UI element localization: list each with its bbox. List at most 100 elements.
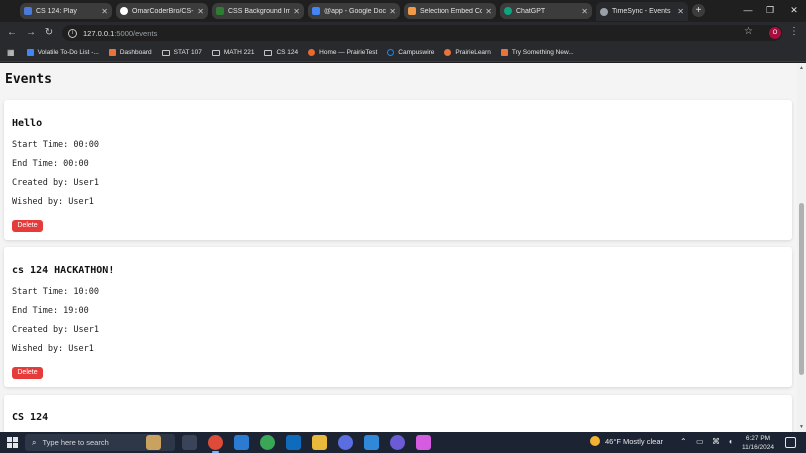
clock-date: 11/16/2024 (741, 444, 775, 451)
event-card: Hello Start Time: 00:00 End Time: 00:00 … (4, 100, 792, 240)
close-icon[interactable]: ✕ (389, 7, 396, 16)
apps-grid-icon[interactable]: ▦ (7, 48, 15, 57)
bookmark-volatile-todo[interactable]: Volatile To-Do List -... (26, 49, 99, 56)
app-icon[interactable] (338, 435, 353, 450)
page-title: Events (5, 72, 52, 87)
windows-taskbar: ⌕ Type here to search 46°F Mostly clear … (0, 432, 806, 453)
minimize-icon[interactable]: — (740, 3, 756, 17)
page-viewport: Events Hello Start Time: 00:00 End Time:… (0, 63, 797, 432)
tab-label: CSS Background Ima (228, 7, 291, 15)
task-view-icon[interactable] (182, 435, 197, 450)
event-end-time: End Time: 00:00 (12, 159, 89, 169)
delete-button[interactable]: Delete (12, 367, 43, 379)
notification-icon[interactable] (785, 437, 796, 448)
bookmark-try-something-new[interactable]: Try Something New... (500, 49, 574, 56)
reload-icon[interactable]: ↻ (42, 26, 56, 40)
weather-widget[interactable]: 46°F Mostly clear (590, 436, 663, 446)
github-icon (120, 7, 128, 15)
bookmark-prairietest[interactable]: Home — PrairieTest (308, 49, 377, 56)
tab-selection-embed[interactable]: Selection Embed Co ✕ (404, 3, 496, 19)
restore-icon[interactable]: ❐ (762, 3, 778, 17)
profile-avatar[interactable]: O (769, 27, 781, 39)
outlook-icon[interactable] (286, 435, 301, 450)
file-explorer-icon[interactable] (312, 435, 327, 450)
illinois-icon (108, 49, 116, 56)
event-card: cs 124 HACKATHON! Start Time: 10:00 End … (4, 247, 792, 387)
tab-label: Selection Embed Co (420, 7, 483, 15)
tab-timesync-events[interactable]: TimeSync - Events ✕ (596, 2, 688, 21)
search-icon: ⌕ (32, 437, 37, 447)
new-tab-button[interactable]: + (692, 4, 705, 17)
search-highlight-icon[interactable] (146, 435, 161, 450)
event-wished-by: Wished by: User1 (12, 344, 94, 354)
bookmark-label: Volatile To-Do List -... (37, 49, 99, 56)
close-icon[interactable]: ✕ (197, 7, 204, 16)
doc-icon (26, 49, 34, 56)
prairielearn-icon (444, 49, 452, 56)
forward-arrow-icon[interactable]: → (24, 26, 38, 40)
tab-label: CS 124: Play (36, 7, 77, 15)
window-close-icon[interactable]: ✕ (786, 3, 802, 17)
tab-strip: CS 124: Play ✕ OmarCoderBro/CS-1 ✕ CSS B… (0, 0, 806, 22)
site-favicon-icon (408, 7, 416, 15)
tab-label: ChatGPT (516, 7, 546, 15)
site-info-icon[interactable]: i (68, 28, 77, 38)
event-start-time: Start Time: 10:00 (12, 287, 99, 297)
bookmark-prairielearn[interactable]: PrairieLearn (444, 49, 491, 56)
clock-time: 6:27 PM (745, 435, 771, 442)
page-scrollbar[interactable]: ▲ ▼ (797, 63, 806, 432)
tab-label: TimeSync - Events (612, 8, 671, 15)
volume-icon[interactable]: ◖ (728, 437, 733, 446)
chevron-up-icon[interactable]: ⌃ (680, 437, 687, 446)
cs124-favicon-icon (24, 7, 32, 15)
tab-chatgpt[interactable]: ChatGPT ✕ (500, 3, 592, 19)
event-start-time: Start Time: 00:00 (12, 140, 99, 150)
globe-icon (600, 7, 608, 16)
tab-google-docs[interactable]: @app - Google Docs ✕ (308, 3, 400, 19)
bookmark-math221[interactable]: MATH 221 (211, 49, 254, 56)
tab-github[interactable]: OmarCoderBro/CS-1 ✕ (116, 3, 208, 19)
tab-css-background[interactable]: CSS Background Ima ✕ (212, 3, 304, 19)
weather-moon-icon (590, 436, 600, 446)
close-icon[interactable]: ✕ (293, 7, 300, 16)
back-arrow-icon[interactable]: ← (5, 26, 19, 40)
vscode-icon[interactable] (234, 435, 249, 450)
campuswire-icon (387, 49, 395, 56)
bookmark-campuswire[interactable]: Campuswire (387, 49, 434, 56)
scroll-up-arrow-icon[interactable]: ▲ (798, 65, 805, 71)
site-favicon-icon (216, 7, 224, 15)
chatgpt-icon (504, 7, 512, 15)
folder-icon (211, 49, 220, 56)
tab-cs124-play[interactable]: CS 124: Play ✕ (20, 3, 112, 19)
chrome-profile-icon[interactable] (260, 435, 275, 450)
bookmark-star-icon[interactable]: ☆ (744, 26, 753, 37)
weather-text: 46°F Mostly clear (605, 436, 664, 446)
bookmark-label: STAT 107 (173, 49, 202, 56)
windows-start-icon[interactable] (7, 437, 18, 448)
bookmark-stat107[interactable]: STAT 107 (161, 49, 202, 56)
scrollbar-thumb[interactable] (799, 203, 804, 375)
close-icon[interactable]: ✕ (581, 7, 588, 16)
url-host: 127.0.0.1 (83, 28, 115, 38)
close-icon[interactable]: ✕ (677, 7, 684, 16)
taskbar-clock[interactable]: 6:27 PM 11/16/2024 (738, 434, 778, 452)
copilot-icon[interactable] (416, 435, 431, 450)
calculator-icon[interactable] (364, 435, 379, 450)
event-created-by: Created by: User1 (12, 325, 99, 335)
bookmark-cs124[interactable]: CS 124 (264, 49, 298, 56)
chrome-icon[interactable] (208, 435, 223, 453)
scroll-down-arrow-icon[interactable]: ▼ (798, 424, 805, 430)
close-icon[interactable]: ✕ (101, 7, 108, 16)
battery-icon[interactable]: ▭ (696, 437, 704, 446)
close-icon[interactable]: ✕ (485, 7, 492, 16)
delete-button[interactable]: Delete (12, 220, 43, 232)
bookmark-label: Campuswire (398, 49, 435, 56)
network-icon[interactable]: ⌘ (712, 437, 720, 446)
more-menu-icon[interactable]: ⋮ (789, 26, 799, 37)
event-created-by: Created by: User1 (12, 178, 99, 188)
bookmark-label: PrairieLearn (455, 49, 491, 56)
discord-icon[interactable] (390, 435, 405, 450)
event-end-time: End Time: 19:00 (12, 306, 89, 316)
bookmark-dashboard[interactable]: Dashboard (108, 49, 152, 56)
address-bar[interactable]: i 127.0.0.1:5000/events (62, 25, 782, 41)
